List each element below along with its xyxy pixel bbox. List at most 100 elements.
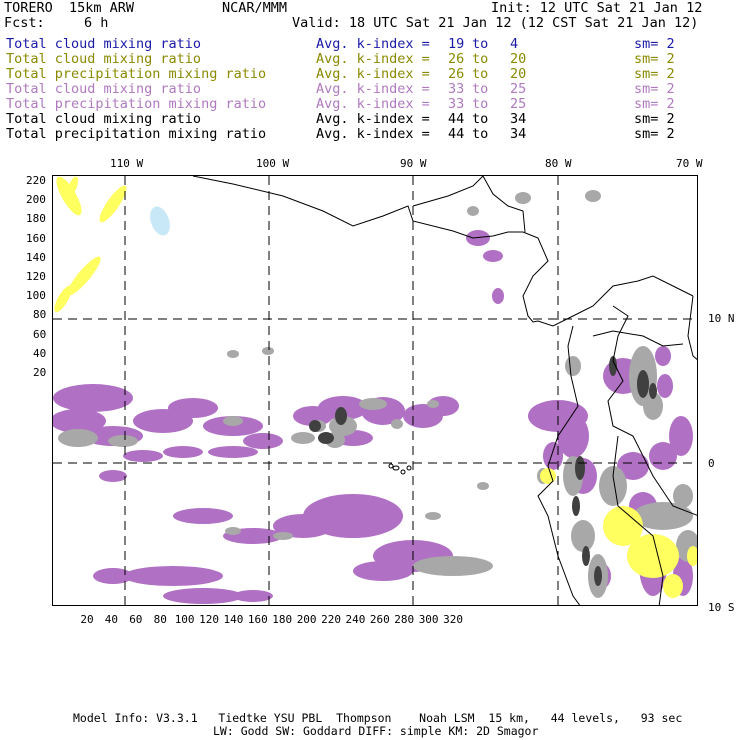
yellow-region: [99, 185, 127, 223]
gray-cloud-region: [673, 484, 693, 508]
purple-cloud-region: [123, 566, 223, 586]
island-outline: [388, 463, 394, 469]
y-tick-label: 120: [26, 270, 46, 283]
gray-cloud-region: [565, 356, 581, 376]
model-info-line2: LW: Godd SW: Goddard DIFF: simple KM: 2D…: [213, 724, 539, 738]
legend-k2: 34: [510, 111, 527, 127]
x-tick-label: 120: [199, 613, 219, 626]
yellow-region: [56, 176, 82, 216]
purple-cloud-region: [243, 433, 283, 449]
longitude-label: 90 W: [400, 157, 427, 170]
coastline-segment: [522, 231, 694, 327]
gray-cloud-region: [391, 419, 403, 429]
gray-cloud-region: [291, 432, 315, 444]
yellow-region: [627, 534, 679, 578]
gray-cloud-region: [467, 206, 479, 216]
legend-avg: Avg. k-index =: [316, 126, 430, 142]
organization-label: NCAR/MMM: [222, 0, 288, 16]
forecast-label: Fcst:: [4, 15, 45, 31]
legend-k2: 25: [510, 96, 527, 112]
purple-cloud-region: [53, 384, 133, 412]
y-tick-label: 40: [33, 346, 47, 360]
legend-avg: Avg. k-index =: [316, 96, 430, 112]
coastline-segment: [592, 330, 684, 347]
cloud-fields: [53, 176, 697, 604]
yellow-region: [663, 574, 683, 598]
x-tick-label: 220: [321, 613, 341, 626]
purple-cloud-region: [669, 416, 693, 456]
coastline-segment: [482, 176, 526, 233]
x-tick-label: 160: [247, 613, 268, 626]
purple-cloud-region: [492, 288, 504, 304]
dark-cloud-core: [594, 566, 602, 586]
dark-cloud-core: [637, 370, 649, 398]
purple-cloud-region: [353, 561, 413, 581]
legend-k2: 20: [510, 51, 527, 67]
x-tick-label: 300: [418, 613, 439, 626]
legend-to: to: [472, 36, 489, 52]
dark-cloud-core: [649, 383, 657, 399]
x-tick-label: 280: [394, 613, 415, 626]
init-time: Init: 12 UTC Sat 21 Jan 12: [491, 0, 703, 16]
gray-cloud-region: [273, 532, 293, 540]
longitude-label: 110 W: [110, 157, 144, 170]
purple-cloud-region: [163, 446, 203, 458]
legend-sm: sm= 2: [634, 126, 675, 142]
legend-k1: 19: [448, 36, 465, 52]
legend-sm: sm= 2: [634, 81, 675, 97]
latitude-label: 10 S: [708, 601, 735, 614]
forecast-map: [53, 176, 697, 605]
legend-row: Total precipitation mixing ratio Avg. k-i…: [0, 66, 740, 82]
legend-sm: sm= 2: [634, 51, 675, 67]
legend-field: Total precipitation mixing ratio: [6, 96, 267, 112]
legend-k1: 26: [448, 66, 465, 82]
legend-k1: 33: [448, 81, 465, 97]
legend-avg: Avg. k-index =: [316, 81, 430, 97]
model-title: TORERO 15km ARW: [4, 0, 135, 16]
purple-cloud-region: [123, 450, 163, 462]
purple-cloud-region: [168, 398, 218, 418]
legend-k1: 26: [448, 51, 465, 67]
purple-cloud-region: [655, 346, 671, 366]
y-tick-label: 160: [26, 231, 46, 245]
legend-row: Total cloud mixing ratio Avg. k-index = 26…: [0, 51, 740, 67]
legend-field: Total cloud mixing ratio: [6, 36, 202, 52]
x-tick-label: 80: [153, 613, 167, 626]
purple-cloud-region: [93, 568, 133, 584]
legend-field: Total precipitation mixing ratio: [6, 126, 267, 142]
legend-row: Total precipitation mixing ratio Avg. k-i…: [0, 126, 740, 142]
legend-field: Total cloud mixing ratio: [6, 111, 202, 127]
gray-cloud-region: [425, 512, 441, 520]
legend-row: Total cloud mixing ratio Avg. k-index = 44…: [0, 111, 740, 127]
legend-k2: 25: [510, 81, 527, 97]
y-tick-label: 140: [26, 250, 46, 264]
y-tick-label: 20: [33, 366, 47, 379]
purple-cloud-region: [483, 250, 503, 262]
forecast-hour: 6 h: [84, 15, 109, 31]
gray-cloud-region: [413, 556, 493, 576]
dark-cloud-core: [309, 420, 321, 432]
legend-field: Total precipitation mixing ratio: [6, 66, 267, 82]
purple-cloud-region: [657, 374, 673, 398]
legend-row: Total cloud mixing ratio Avg. k-index = 33…: [0, 81, 740, 97]
legend-row: Total cloud mixing ratio Avg. k-index = 19…: [0, 36, 740, 52]
purple-cloud-region: [99, 470, 127, 482]
y-tick-label: 200: [26, 193, 46, 207]
legend-k1: 44: [448, 111, 465, 127]
longitude-label: 100 W: [256, 157, 290, 170]
legend-k1: 44: [448, 126, 465, 142]
x-tick-label: 320: [443, 613, 463, 626]
island-outline: [392, 465, 400, 471]
legend-k1: 33: [448, 96, 465, 112]
legend-sm: sm= 2: [634, 66, 675, 82]
legend-sm: sm= 2: [634, 36, 675, 52]
legend-k2: 4: [510, 36, 519, 52]
legend-sm: sm= 2: [634, 111, 675, 127]
coastline-segment: [412, 176, 484, 207]
legend-to: to: [472, 51, 489, 67]
model-info-line1: Model Info: V3.3.1 Tiedtke YSU PBL Thomp…: [73, 711, 683, 725]
x-tick-label: 200: [296, 613, 317, 626]
legend-to: to: [472, 126, 489, 142]
gray-cloud-region: [515, 192, 531, 204]
lat-lon-grid: [53, 176, 697, 605]
